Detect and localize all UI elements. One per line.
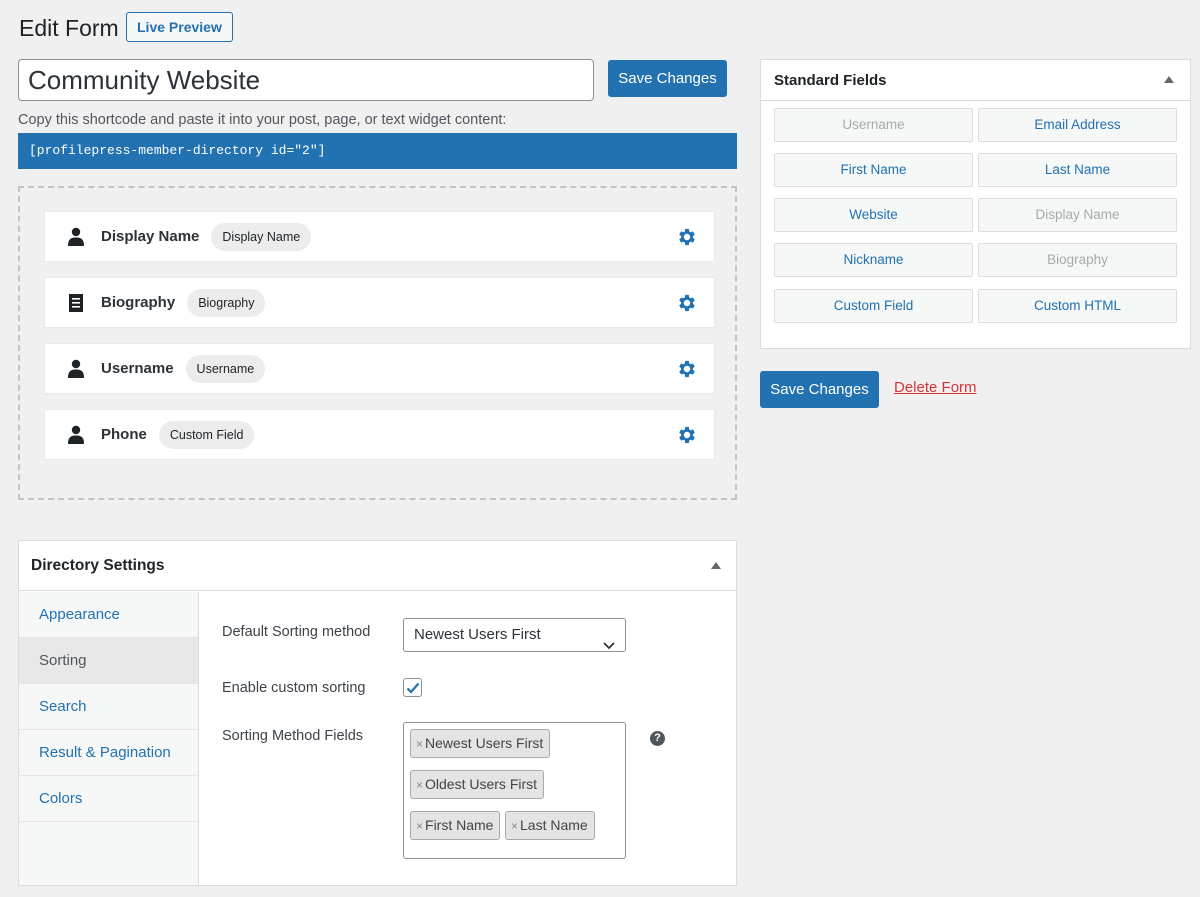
field-name: Username xyxy=(101,360,174,377)
save-changes-button[interactable]: Save Changes xyxy=(608,60,727,97)
sorting-field-chip[interactable]: × First Name xyxy=(410,811,501,840)
std-field-website[interactable]: Website xyxy=(774,198,973,232)
user-icon xyxy=(65,424,87,446)
std-field-first-name[interactable]: First Name xyxy=(774,153,973,187)
collapse-arrow-icon[interactable] xyxy=(1164,76,1174,83)
field-builder-area[interactable]: Display Name Display Name Biography Biog… xyxy=(18,186,737,500)
gear-icon[interactable] xyxy=(676,358,698,380)
std-field-custom-field[interactable]: Custom Field xyxy=(774,289,973,323)
sorting-field-chip[interactable]: × Newest Users First xyxy=(410,729,551,758)
user-icon xyxy=(65,226,87,248)
remove-icon[interactable]: × xyxy=(511,819,518,833)
std-field-custom-html[interactable]: Custom HTML xyxy=(978,289,1177,323)
page-title: Edit Form xyxy=(19,15,119,41)
field-row-username[interactable]: Username Username xyxy=(44,343,715,394)
checkmark-icon xyxy=(405,680,421,701)
field-name: Biography xyxy=(101,294,176,311)
nav-item-appearance[interactable]: Appearance xyxy=(19,592,198,638)
std-field-username[interactable]: Username xyxy=(774,108,973,142)
directory-settings-panel: Directory Settings Appearance Sorting Se… xyxy=(18,540,737,886)
custom-sorting-checkbox[interactable] xyxy=(403,678,422,697)
gear-icon[interactable] xyxy=(676,292,698,314)
sorting-fields-multiselect[interactable]: × Newest Users First × Oldest Users First … xyxy=(403,722,626,859)
standard-fields-title: Standard Fields xyxy=(774,72,887,89)
field-row-display-name[interactable]: Display Name Display Name xyxy=(44,211,715,262)
default-sorting-select[interactable]: Newest Users First xyxy=(403,618,626,652)
sorting-fields-label: Sorting Method Fields xyxy=(222,728,364,744)
default-sorting-value: Newest Users First xyxy=(414,626,541,643)
collapse-arrow-icon[interactable] xyxy=(711,562,721,569)
directory-settings-header[interactable]: Directory Settings xyxy=(19,541,736,591)
field-type-badge: Username xyxy=(185,354,266,383)
custom-sorting-label: Enable custom sorting xyxy=(222,680,366,696)
nav-item-sorting[interactable]: Sorting xyxy=(19,638,198,684)
sorting-field-chip[interactable]: × Last Name xyxy=(505,811,595,840)
std-field-last-name[interactable]: Last Name xyxy=(978,153,1177,187)
user-icon xyxy=(65,358,87,380)
std-field-biography[interactable]: Biography xyxy=(978,243,1177,277)
live-preview-button[interactable]: Live Preview xyxy=(126,12,233,42)
field-row-biography[interactable]: Biography Biography xyxy=(44,277,715,328)
standard-fields-panel: Standard Fields Username Email Address F… xyxy=(760,59,1191,349)
help-icon[interactable]: ? xyxy=(650,731,665,746)
nav-item-colors[interactable]: Colors xyxy=(19,776,198,822)
delete-form-link[interactable]: Delete Form xyxy=(894,379,977,396)
save-changes-button-sidebar[interactable]: Save Changes xyxy=(760,371,879,408)
remove-icon[interactable]: × xyxy=(416,778,423,792)
gear-icon[interactable] xyxy=(676,226,698,248)
chevron-down-icon xyxy=(603,630,615,662)
directory-settings-title: Directory Settings xyxy=(31,557,165,574)
field-name: Phone xyxy=(101,426,147,443)
default-sorting-label: Default Sorting method xyxy=(222,624,371,640)
field-type-badge: Custom Field xyxy=(158,420,255,449)
sorting-field-chip[interactable]: × Oldest Users First xyxy=(410,770,545,799)
std-field-email-address[interactable]: Email Address xyxy=(978,108,1177,142)
nav-item-result-pagination[interactable]: Result & Pagination xyxy=(19,730,198,776)
std-field-display-name[interactable]: Display Name xyxy=(978,198,1177,232)
form-title-input[interactable]: Community Website xyxy=(18,59,594,101)
nav-item-search[interactable]: Search xyxy=(19,684,198,730)
field-type-badge: Display Name xyxy=(211,222,312,251)
remove-icon[interactable]: × xyxy=(416,819,423,833)
remove-icon[interactable]: × xyxy=(416,737,423,751)
field-row-phone[interactable]: Phone Custom Field xyxy=(44,409,715,460)
settings-nav: Appearance Sorting Search Result & Pagin… xyxy=(19,592,199,885)
shortcode-display[interactable]: [profilepress-member-directory id="2"] xyxy=(18,133,737,169)
document-icon xyxy=(65,292,87,314)
shortcode-help-text: Copy this shortcode and paste it into yo… xyxy=(18,112,507,128)
std-field-nickname[interactable]: Nickname xyxy=(774,243,973,277)
gear-icon[interactable] xyxy=(676,424,698,446)
field-name: Display Name xyxy=(101,228,200,245)
standard-fields-header[interactable]: Standard Fields xyxy=(761,60,1190,101)
field-type-badge: Biography xyxy=(187,288,266,317)
